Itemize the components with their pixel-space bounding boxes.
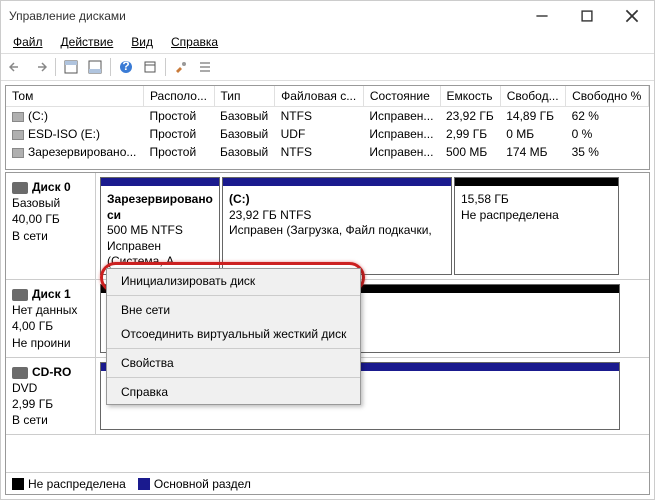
disk-panels: Диск 0Базовый40,00 ГБВ сетиЗарезервирова… [5, 172, 650, 495]
forward-button[interactable] [29, 56, 51, 78]
disk-info[interactable]: Диск 0Базовый40,00 ГБВ сети [6, 173, 96, 279]
disk-info[interactable]: CD-RODVD2,99 ГБВ сети [6, 358, 96, 435]
help-button[interactable]: ? [115, 56, 137, 78]
context-properties[interactable]: Свойства [107, 351, 360, 375]
col-layout[interactable]: Располо... [143, 86, 214, 107]
volume-icon [12, 112, 24, 122]
partition[interactable]: Зарезервировано си500 МБ NTFSИсправен (С… [100, 177, 220, 275]
volume-icon [12, 148, 24, 158]
partition[interactable]: (C:)23,92 ГБ NTFSИсправен (Загрузка, Фай… [222, 177, 452, 275]
context-init-disk[interactable]: Инициализировать диск [107, 269, 360, 293]
menu-help[interactable]: Справка [163, 33, 226, 51]
close-button[interactable] [609, 1, 654, 31]
menu-file[interactable]: Файл [5, 33, 51, 51]
context-offline[interactable]: Вне сети [107, 298, 360, 322]
legend-primary: Основной раздел [138, 477, 251, 491]
disk-info[interactable]: Диск 1Нет данных4,00 ГБНе проини [6, 280, 96, 357]
menu-view[interactable]: Вид [123, 33, 161, 51]
disk-icon [12, 289, 28, 301]
disk-layout: Зарезервировано си500 МБ NTFSИсправен (С… [96, 173, 649, 279]
table-row[interactable]: (C:)ПростойБазовыйNTFSИсправен...23,92 Г… [6, 107, 649, 126]
view-top-button[interactable] [60, 56, 82, 78]
legend-unalloc: Не распределена [12, 477, 126, 491]
col-volume[interactable]: Том [6, 86, 143, 107]
context-menu: Инициализировать диск Вне сети Отсоедини… [106, 268, 361, 405]
context-detach-vhd[interactable]: Отсоединить виртуальный жесткий диск [107, 322, 360, 346]
partition[interactable]: 15,58 ГБНе распределена [454, 177, 619, 275]
volume-header-row: Том Располо... Тип Файловая с... Состоян… [6, 86, 649, 107]
window-title: Управление дисками [9, 9, 519, 23]
partition-stripe [223, 178, 451, 186]
partition-stripe [455, 178, 618, 186]
col-status[interactable]: Состояние [363, 86, 440, 107]
col-free[interactable]: Свобод... [500, 86, 565, 107]
list-button[interactable] [194, 56, 216, 78]
minimize-button[interactable] [519, 1, 564, 31]
maximize-button[interactable] [564, 1, 609, 31]
volume-icon [12, 130, 24, 140]
table-row[interactable]: Зарезервировано...ПростойБазовыйNTFSИспр… [6, 143, 649, 161]
legend: Не распределена Основной раздел [6, 472, 649, 494]
partition-stripe [101, 178, 219, 186]
disk-row: Диск 0Базовый40,00 ГБВ сетиЗарезервирова… [6, 173, 649, 280]
context-help[interactable]: Справка [107, 380, 360, 404]
col-type[interactable]: Тип [214, 86, 275, 107]
back-button[interactable] [5, 56, 27, 78]
settings-button[interactable] [170, 56, 192, 78]
svg-text:?: ? [122, 60, 129, 73]
menubar: Файл Действие Вид Справка [1, 31, 654, 53]
disk-icon [12, 367, 28, 379]
disk-icon [12, 182, 28, 194]
view-bottom-button[interactable] [84, 56, 106, 78]
menu-action[interactable]: Действие [53, 33, 122, 51]
table-row[interactable]: ESD-ISO (E:)ПростойБазовыйUDFИсправен...… [6, 125, 649, 143]
toolbar: ? [1, 53, 654, 81]
col-capacity[interactable]: Емкость [440, 86, 500, 107]
col-fs[interactable]: Файловая с... [275, 86, 364, 107]
col-free-pct[interactable]: Свободно % [566, 86, 649, 107]
volume-list[interactable]: Том Располо... Тип Файловая с... Состоян… [5, 85, 650, 170]
titlebar: Управление дисками [1, 1, 654, 31]
refresh-button[interactable] [139, 56, 161, 78]
